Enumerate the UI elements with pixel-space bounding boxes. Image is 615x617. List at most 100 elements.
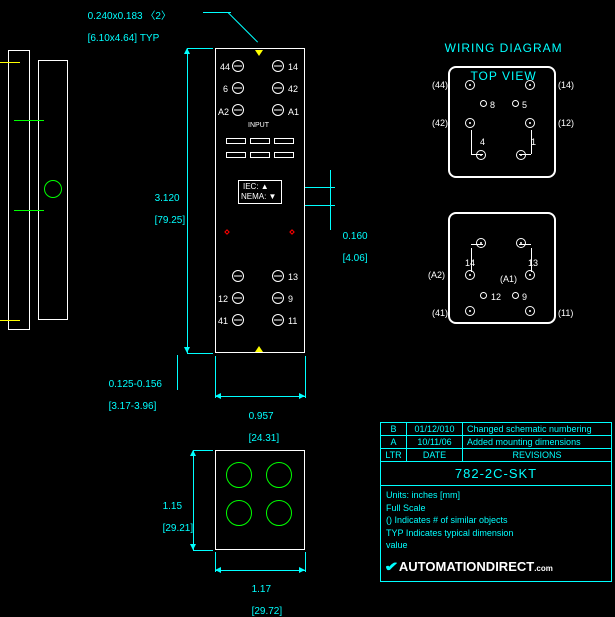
screw-b1 [232,270,244,282]
slot-2 [250,138,270,144]
tb-logo-text: AUTOMATIONDIRECT [399,559,534,574]
dim-top-hole-line1: 0.240x0.183 〈2〉 [88,11,171,22]
dim-base-l2: [3.17-3.96] [109,401,157,412]
screw-a2 [232,104,244,116]
wt-pin-8 [480,100,487,107]
wl-b11: (11) [558,308,573,318]
dim-width-l1: 0.957 [249,411,274,422]
left-green-circ [44,180,62,198]
bv-hole-tr [266,462,292,488]
dim-sidestep-line [330,170,331,230]
wt-pin-14 [525,80,535,90]
dim-bh-l1: 1.15 [163,501,182,512]
lbl-6: 6 [223,84,228,94]
wl-12: (12) [558,118,574,128]
wb-pin-41 [465,306,475,316]
dim-top-hole: 0.240x0.183 〈2〉 [6.10x4.64] TYP [82,0,171,44]
screw-42t [272,82,284,94]
dim-bw-l2: [29.72] [252,606,283,617]
left-green-2 [14,210,44,211]
tb-ltr-2: LTR [381,449,407,461]
wl-4: 4 [480,137,485,147]
screw-44 [232,60,244,72]
title-block: B 01/12/010 Changed schematic numbering … [380,422,612,582]
ext-bh2 [193,550,213,551]
dim-height-l2: [79.25] [155,215,186,226]
bv-hole-tl [226,462,252,488]
tb-date-0: 01/12/010 [407,423,463,435]
bottom-view-outline [215,450,305,550]
lbl-a2: A2 [218,107,229,117]
wl-b41: (41) [432,308,448,318]
dim-bs-line [177,355,178,390]
lbl-12b: 12 [218,294,228,304]
lbl-42t: 42 [288,84,298,94]
screw-14 [272,60,284,72]
tb-rev-0: Changed schematic numbering [463,423,611,435]
ext-bw1 [215,552,216,572]
wb-pin-12 [480,292,487,299]
dim-height-main: 3.120 [79.25] [149,182,185,226]
lbl-14: 14 [288,62,298,72]
wl-bA1: (A1) [500,274,517,284]
dim-sidestep: 0.160 [4.06] [337,220,368,264]
dim-height-main-line [187,48,188,353]
dim-width: 0.957 [24.31] [243,400,279,444]
wb-line3 [471,244,483,245]
dim-top-hole-line2: [6.10x4.64] TYP [88,33,160,44]
screw-b2 [272,270,284,282]
wb-pin-14 [476,238,486,248]
left-section-1 [8,50,30,330]
tb-row-2: LTR DATE REVISIONS [381,449,611,462]
wl-1: 1 [531,137,536,147]
wt-pin-4 [476,150,486,160]
screw-9 [272,292,284,304]
dim-bh-l2: [29.21] [163,523,194,534]
left-green-1 [14,120,44,121]
ext-bw2 [305,552,306,572]
slot-5 [250,152,270,158]
wb-line4 [519,244,531,245]
dim-sidestep-l1: 0.160 [343,231,368,242]
dim-width-l2: [24.31] [249,433,280,444]
bv-hole-bl [226,500,252,526]
wl-b9: 9 [522,292,527,302]
ext-w1 [215,356,216,398]
wl-b12: 12 [491,292,501,302]
ytri-top [255,50,263,56]
wt-pin-42 [465,118,475,128]
bv-hole-br [266,500,292,526]
tb-note-4: TYP Indicates typical dimension [386,528,513,538]
lbl-13: 13 [288,272,298,282]
tb-row-0: B 01/12/010 Changed schematic numbering [381,423,611,436]
lbl-41: 41 [218,316,228,326]
wiring-box-bottom [448,212,556,324]
tb-rev-2: REVISIONS [463,449,611,461]
wt-pin-44 [465,80,475,90]
ytri-bot [255,346,263,352]
tb-logo-suffix: .com [534,564,553,573]
wl-42: (42) [432,118,448,128]
screw-11 [272,314,284,326]
slot-4 [226,152,246,158]
tb-ltr-1: A [381,436,407,448]
tb-date-2: DATE [407,449,463,461]
wt-pin-5 [512,100,519,107]
slot-3 [274,138,294,144]
tb-logo: ✔AUTOMATIONDIRECT.com [381,555,611,581]
wb-pin-11 [525,306,535,316]
tb-row-1: A 10/11/06 Added mounting dimensions [381,436,611,449]
wt-line3 [471,154,483,155]
dim-sidestep-l2: [4.06] [343,253,368,264]
wl-14: (14) [558,80,574,90]
lbl-44: 44 [220,62,230,72]
wl-44: (44) [432,80,448,90]
ext-h1 [187,48,213,49]
lbl-11: 11 [288,316,297,326]
ym-l1 [0,60,6,66]
slot-1 [226,138,246,144]
tb-note-3: () Indicates # of similar objects [386,515,508,525]
ext-w2 [305,356,306,398]
ym-l2 [0,318,6,324]
dim-height-l1: 3.120 [155,193,180,204]
